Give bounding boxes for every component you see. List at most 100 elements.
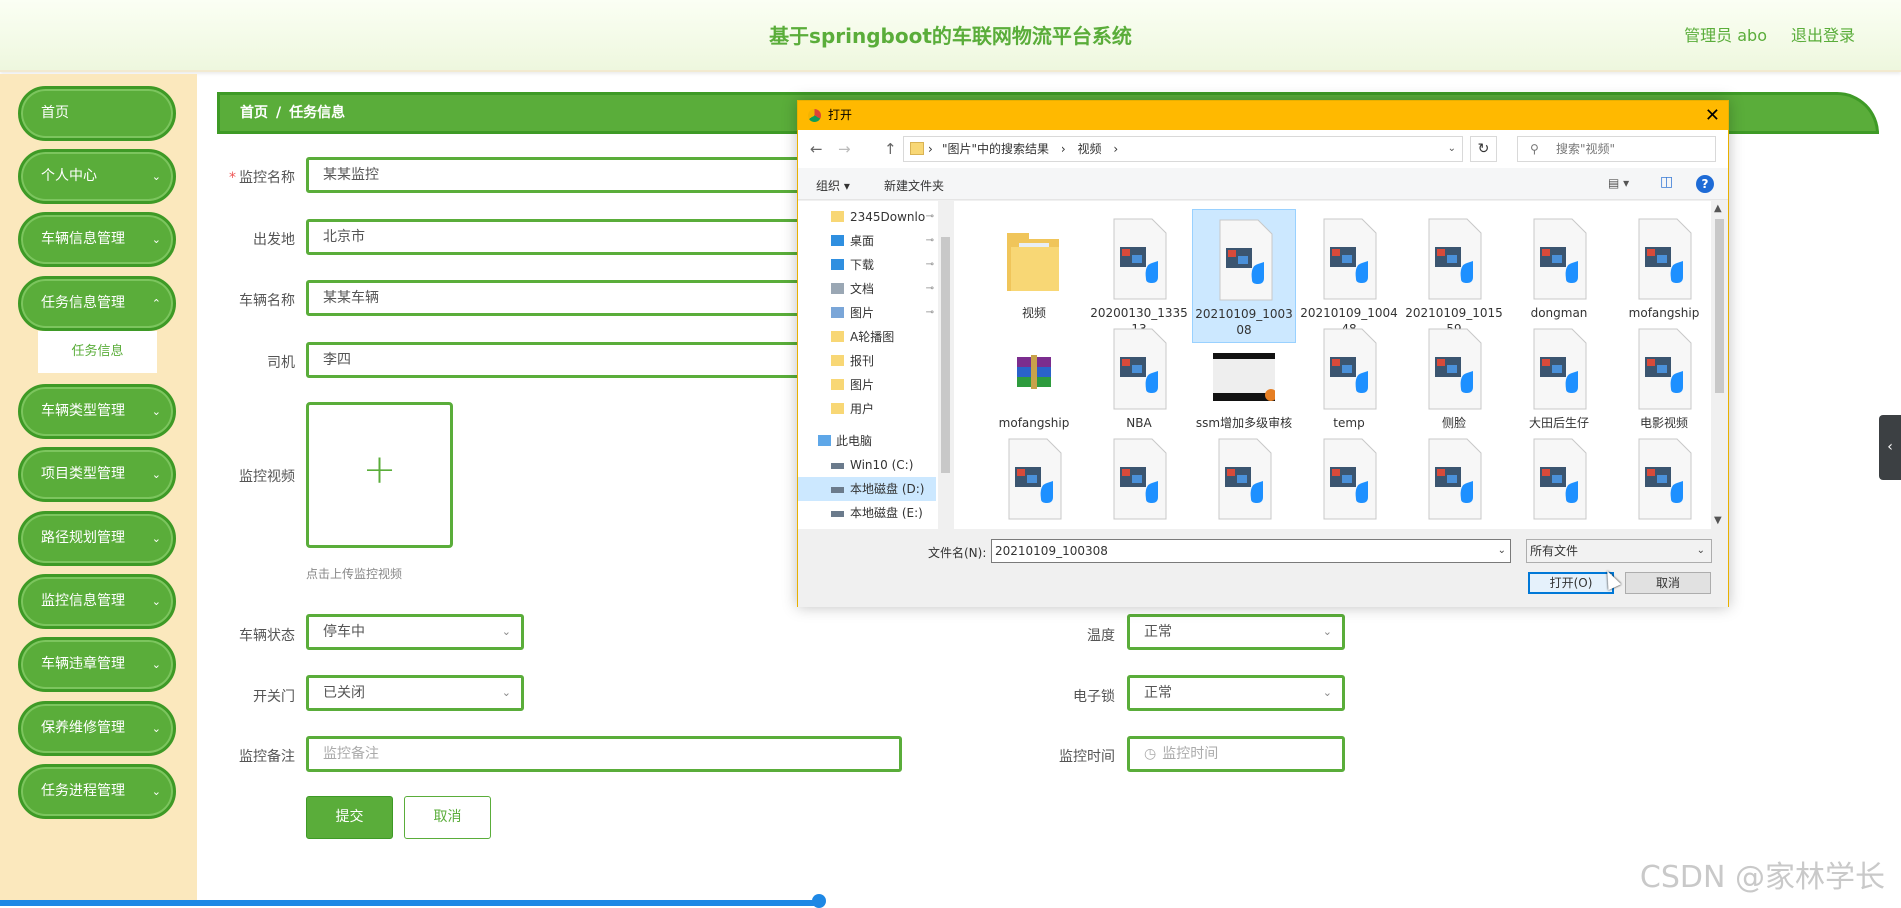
sidebar-item-vehicle-type[interactable]: 车辆类型管理 ⌄ [18, 384, 176, 439]
help-icon[interactable]: ? [1696, 175, 1714, 193]
sidebar-item-task-progress[interactable]: 任务进程管理 ⌄ [18, 764, 176, 819]
select-value: 正常 [1144, 685, 1172, 701]
download-icon [831, 259, 844, 270]
sidebar-item-monitor-info[interactable]: 监控信息管理 ⌄ [18, 574, 176, 629]
view-options-icon[interactable]: ▤ ▾ [1608, 176, 1629, 190]
tree-scrollbar[interactable] [938, 201, 953, 529]
preview-pane-icon[interactable]: ◫ [1660, 174, 1673, 190]
select-value: 正常 [1144, 624, 1172, 640]
file-scrollbar[interactable]: ▲ ▼ [1711, 201, 1728, 529]
sidebar-item-vehicle-info[interactable]: 车辆信息管理 ⌄ [18, 212, 176, 267]
temperature-select[interactable]: 正常 ⌄ [1127, 614, 1345, 650]
refresh-button[interactable]: ↻ [1470, 136, 1497, 162]
video-label: 监控视频 [239, 469, 295, 485]
new-folder-button[interactable]: 新建文件夹 [884, 177, 944, 194]
sidebar-item-home[interactable]: 首页 [18, 86, 176, 141]
media-file-icon [1528, 217, 1590, 301]
tree-item[interactable]: 图片 [798, 373, 936, 397]
file-item[interactable] [1087, 429, 1191, 529]
sidebar-item-route-planning[interactable]: 路径规划管理 ⌄ [18, 511, 176, 566]
chevron-down-icon[interactable]: ⌄ [1498, 540, 1506, 562]
back-icon[interactable]: ← [810, 140, 823, 158]
door-select[interactable]: 已关闭 ⌄ [306, 675, 524, 711]
sidebar-item-violation[interactable]: 车辆违章管理 ⌄ [18, 637, 176, 692]
tree-item[interactable]: 本地磁盘 (D:) [798, 477, 936, 501]
tree-item[interactable]: 本地磁盘 (E:) [798, 501, 936, 525]
breadcrumb-home[interactable]: 首页 [240, 105, 268, 121]
logout-link[interactable]: 退出登录 [1791, 22, 1855, 46]
origin-input[interactable]: 北京市 [306, 219, 806, 255]
lock-select[interactable]: 正常 ⌄ [1127, 675, 1345, 711]
up-icon[interactable]: ↑ [884, 140, 897, 158]
filetype-select[interactable]: 所有文件 ⌄ [1526, 539, 1712, 563]
path-segment-search[interactable]: "图片"中的搜索结果 [942, 142, 1049, 156]
cancel-button[interactable]: 取消 [404, 796, 491, 839]
select-value: 已关闭 [323, 685, 365, 701]
monitor-name-input[interactable]: 某某监控 [306, 157, 806, 193]
video-upload[interactable]: + [306, 402, 453, 548]
dialog-search-input[interactable]: ⚲ 搜索"视频" [1517, 136, 1716, 162]
scrollbar-thumb[interactable] [941, 237, 950, 473]
remark-input[interactable]: 监控备注 [306, 736, 902, 772]
tree-item-label: 图片 [850, 306, 875, 320]
upload-hint: 点击上传监控视频 [306, 567, 403, 581]
scrollbar-thumb[interactable] [1715, 219, 1724, 393]
media-file-icon [1528, 327, 1590, 411]
submenu-task-info[interactable]: 任务信息 [38, 331, 157, 373]
sidebar-item-label: 车辆信息管理 [41, 231, 125, 247]
tree-item[interactable]: 图片 ⊸ [798, 301, 936, 325]
file-item[interactable] [1402, 429, 1506, 529]
close-icon[interactable]: ✕ [1705, 101, 1720, 130]
scroll-up-icon[interactable]: ▲ [1714, 203, 1722, 214]
tree-item[interactable]: 2345Downlo ⊸ [798, 205, 936, 229]
path-separator: › [928, 142, 933, 156]
filename-input[interactable]: 20210109_100308 ⌄ [991, 539, 1511, 563]
sidebar-item-personal-center[interactable]: 个人中心 ⌄ [18, 149, 176, 204]
file-item[interactable] [1297, 429, 1401, 529]
submit-button[interactable]: 提交 [306, 796, 393, 839]
tree-item[interactable]: 下载 ⊸ [798, 253, 936, 277]
tree-item[interactable]: 此电脑 [798, 429, 936, 453]
filetype-value: 所有文件 [1530, 544, 1579, 558]
sidebar-item-maintenance[interactable]: 保养维修管理 ⌄ [18, 701, 176, 756]
pin-icon: ⊸ [925, 283, 934, 294]
dialog-toolbar: 组织 ▾ 新建文件夹 ▤ ▾ ◫ ? [798, 168, 1728, 200]
sidebar: 首页 个人中心 ⌄ 车辆信息管理 ⌄ 任务信息管理 ⌃ 任务信息 车辆类型管理 ⌄ 项目… [0, 74, 197, 906]
vehicle-name-input[interactable]: 某某车辆 [306, 280, 806, 316]
file-item[interactable] [1507, 429, 1611, 529]
folder-icon [831, 355, 844, 366]
time-label: 监控时间 [1059, 749, 1115, 765]
sidebar-item-task-info[interactable]: 任务信息管理 ⌃ [18, 276, 176, 331]
sidebar-item-label: 路径规划管理 [41, 530, 125, 546]
file-item[interactable] [1612, 429, 1711, 529]
sidebar-item-project-type[interactable]: 项目类型管理 ⌄ [18, 447, 176, 502]
scroll-down-icon[interactable]: ▼ [1714, 515, 1722, 526]
side-collapse-tab[interactable]: ‹ [1879, 415, 1901, 480]
file-item[interactable] [982, 429, 1086, 529]
path-segment-video[interactable]: 视频 [1078, 142, 1102, 156]
open-file-dialog: 打开 ✕ ← → ↑ › "图片"中的搜索结果 › 视频 › ⌄ ↻ ⚲ 搜索"视… [797, 100, 1729, 607]
chevron-down-icon[interactable]: ⌄ [1448, 137, 1456, 161]
tree-item-label: 本地磁盘 (E:) [850, 506, 923, 520]
tree-item[interactable]: A轮播图 [798, 325, 936, 349]
chevron-down-icon: ⌄ [151, 170, 161, 183]
tree-item[interactable]: Win10 (C:) [798, 453, 936, 477]
documents-icon [831, 283, 844, 294]
forward-icon[interactable]: → [838, 140, 851, 158]
plus-icon: + [362, 447, 397, 493]
file-item[interactable] [1192, 429, 1296, 529]
chevron-down-icon: ⌄ [151, 532, 161, 545]
tree-item[interactable]: 桌面 ⊸ [798, 229, 936, 253]
time-input[interactable]: ◷ 监控时间 [1127, 736, 1345, 772]
chevron-down-icon: ⌄ [1322, 686, 1332, 699]
address-bar[interactable]: › "图片"中的搜索结果 › 视频 › ⌄ [903, 136, 1463, 162]
organize-menu[interactable]: 组织 ▾ [816, 177, 850, 194]
tree-item-label: 用户 [850, 402, 875, 416]
vehicle-status-select[interactable]: 停车中 ⌄ [306, 614, 524, 650]
tree-item[interactable]: 用户 [798, 397, 936, 421]
monitor-name-label: * 监控名称 [205, 167, 295, 187]
tree-item[interactable]: 文档 ⊸ [798, 277, 936, 301]
driver-input[interactable]: 李四 [306, 342, 806, 378]
dialog-cancel-button[interactable]: 取消 [1625, 572, 1711, 594]
tree-item[interactable]: 报刊 [798, 349, 936, 373]
